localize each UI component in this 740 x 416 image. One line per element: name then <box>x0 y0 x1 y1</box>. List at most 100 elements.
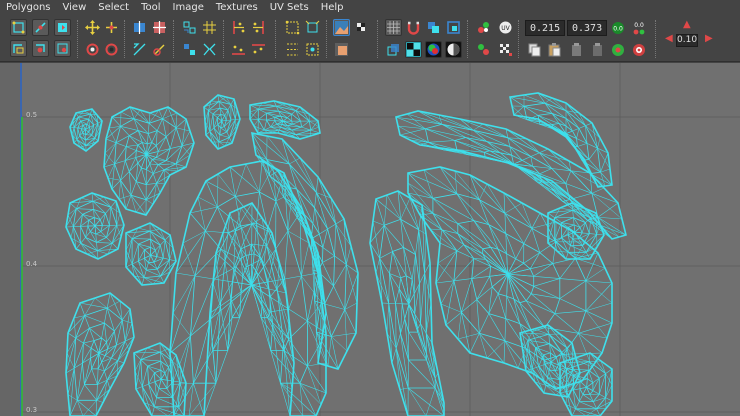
uv-mesh-edge <box>97 353 100 369</box>
svg-text:UV: UV <box>501 25 510 32</box>
uv-mesh-edge <box>301 242 310 277</box>
align-u-min-button[interactable] <box>230 19 247 36</box>
uv-mesh-edge <box>160 379 168 389</box>
copy-values-button[interactable] <box>526 41 543 58</box>
uv-mesh-edge <box>110 200 117 208</box>
uv-edge-mode-button[interactable] <box>32 19 49 36</box>
straighten-uvs-button[interactable] <box>284 19 301 36</box>
u-value-field[interactable]: 0.215 <box>525 20 565 36</box>
uv-mesh-edge <box>235 163 247 197</box>
uv-reset-button[interactable] <box>630 41 647 58</box>
rotate-cw-button[interactable] <box>103 41 120 58</box>
uv-mesh-edge <box>497 293 507 319</box>
flip-u-button[interactable] <box>131 19 148 36</box>
uv-mesh-edge <box>230 98 235 105</box>
display-image-button[interactable] <box>333 19 350 36</box>
uv-vertex-mode-button[interactable] <box>10 19 27 36</box>
uv-mesh-edge <box>75 112 79 118</box>
dim-image-button[interactable] <box>333 41 350 58</box>
checker-toggle-button[interactable] <box>353 19 370 36</box>
uv-lock-button[interactable] <box>609 41 626 58</box>
align-v-max-button[interactable] <box>250 41 267 58</box>
uv-shell-mode-button[interactable] <box>10 40 27 57</box>
uv-mesh-edge <box>104 360 118 372</box>
uv-mesh-edge <box>231 284 252 318</box>
align-v-min-button[interactable] <box>230 41 247 58</box>
toggle-grid-button[interactable] <box>385 19 402 36</box>
uv-checker-pattern-button[interactable] <box>497 41 514 58</box>
uv-mesh-edge <box>576 128 580 139</box>
uv-mesh-edge <box>205 180 218 208</box>
rotate-ccw-button[interactable] <box>84 41 101 58</box>
menu-uv-sets[interactable]: UV Sets <box>270 0 309 16</box>
uv-mesh-edge <box>437 250 458 264</box>
split-uvs-button[interactable] <box>201 41 218 58</box>
uv-distortion-button[interactable] <box>385 41 402 58</box>
pixel-snap-button[interactable] <box>405 19 422 36</box>
move-sew-button[interactable] <box>181 41 198 58</box>
grid-uvs-button[interactable] <box>201 19 218 36</box>
relax-uvs-button[interactable] <box>304 41 321 58</box>
v-value-field[interactable]: 0.373 <box>567 20 607 36</box>
shade-uvs-button[interactable] <box>425 19 442 36</box>
uv-mesh-edge <box>503 192 506 214</box>
menu-textures[interactable]: Textures <box>216 0 258 16</box>
texture-borders-button[interactable] <box>445 19 462 36</box>
layout-uvs-button[interactable] <box>181 19 198 36</box>
uv-mesh-edge <box>172 275 196 314</box>
unfold-uvs-button[interactable] <box>284 41 301 58</box>
uv-mesh-edge <box>563 352 603 355</box>
uv-editor-viewport[interactable]: 0.5 0.4 0.3 <box>0 63 740 416</box>
uv-mesh-edge <box>171 382 194 385</box>
nudge-step-field[interactable]: 0.10 <box>676 34 698 47</box>
toolbar-separator <box>467 20 469 58</box>
paste-v-button[interactable] <box>589 41 606 58</box>
nudge-left-button[interactable]: ◀ <box>665 34 673 44</box>
paste-uvs-button[interactable]: UV <box>497 19 514 36</box>
nudge-right-button[interactable]: ▶ <box>705 34 713 44</box>
uv-wireframe-canvas[interactable] <box>0 63 740 416</box>
uv-smudge-button[interactable] <box>54 40 71 57</box>
move-uv-alt-button[interactable] <box>103 19 120 36</box>
uv-mesh-edge <box>399 387 409 390</box>
copy-uvs-button[interactable] <box>475 19 492 36</box>
paste-values-button[interactable] <box>546 41 563 58</box>
menu-tool[interactable]: Tool <box>141 0 160 16</box>
set-v-zero-button[interactable]: 0.0 <box>630 19 647 36</box>
menu-help[interactable]: Help <box>321 0 344 16</box>
rgb-channels-button[interactable] <box>425 41 442 58</box>
nudge-up-button[interactable]: ▲ <box>683 20 691 30</box>
uv-mesh-edge <box>235 108 238 120</box>
menu-polygons[interactable]: Polygons <box>6 0 51 16</box>
move-uv-button[interactable] <box>84 19 101 36</box>
flip-v-button[interactable] <box>151 19 168 36</box>
paste-u-button[interactable] <box>568 41 585 58</box>
checker-map-button[interactable] <box>405 41 422 58</box>
uv-mesh-edge <box>156 148 171 158</box>
uv-mesh-edge <box>479 199 507 234</box>
uv-mesh-edge <box>101 362 105 372</box>
uv-mesh-edge <box>71 127 75 136</box>
uv-face-mode-button[interactable] <box>54 19 71 36</box>
alpha-channel-button[interactable] <box>445 41 462 58</box>
cut-uv-edges-button[interactable] <box>131 41 148 58</box>
uv-mesh-edge <box>156 256 164 259</box>
normalize-uvs-button[interactable] <box>304 19 321 36</box>
uv-mesh-edge <box>97 250 99 260</box>
set-u-zero-button[interactable]: 0.0 <box>609 19 626 36</box>
uv-mesh-edge <box>504 213 507 234</box>
uv-grab-button[interactable] <box>32 40 49 57</box>
align-u-max-button[interactable] <box>250 19 267 36</box>
uv-mesh-edge <box>597 202 619 218</box>
uv-mesh-edge <box>111 116 121 127</box>
swap-uvs-button[interactable] <box>475 41 492 58</box>
uv-shell-branch-left <box>65 192 125 260</box>
menu-image[interactable]: Image <box>173 0 204 16</box>
uv-mesh-edge <box>146 347 161 353</box>
sew-uv-edges-button[interactable] <box>151 41 168 58</box>
menu-view[interactable]: View <box>63 0 87 16</box>
uv-mesh-edge <box>552 241 557 264</box>
uv-mesh-edge <box>169 275 196 354</box>
menu-select[interactable]: Select <box>98 0 129 16</box>
uv-mesh-edge <box>125 238 133 251</box>
